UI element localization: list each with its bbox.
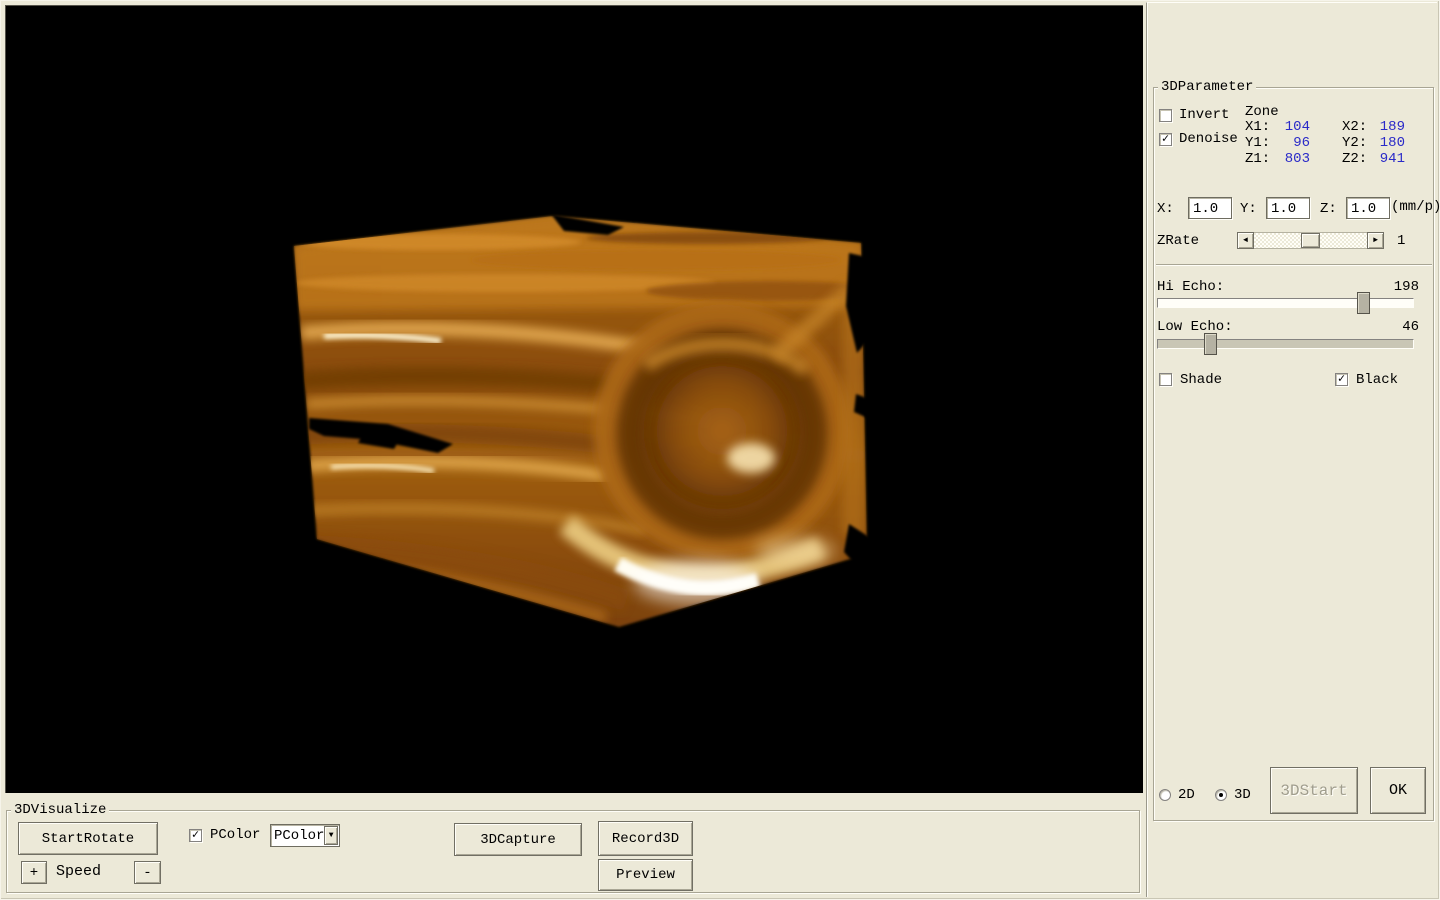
hi-echo-value: 198 (1379, 280, 1419, 295)
zone-x1-label: X1: (1245, 120, 1270, 135)
hi-echo-label: Hi Echo: (1157, 280, 1224, 295)
mode-3d-radio[interactable] (1215, 789, 1227, 801)
speed-plus-button[interactable]: + (21, 861, 47, 884)
denoise-checkbox[interactable] (1159, 133, 1172, 146)
low-echo-slider-thumb[interactable] (1204, 333, 1217, 355)
scale-x-label: X: (1157, 202, 1174, 217)
pcolor-dropdown-value: PColor (271, 828, 324, 844)
hi-echo-slider-thumb[interactable] (1357, 292, 1370, 314)
zrate-right-arrow-icon[interactable]: ► (1367, 232, 1384, 249)
zone-y1-label: Y1: (1245, 136, 1270, 151)
3dparameter-group: 3DParameter Invert Denoise Zone X1: 104 … (1153, 87, 1434, 821)
zone-x2-label: X2: (1342, 120, 1367, 135)
scale-x-input[interactable] (1188, 197, 1232, 219)
zone-z1-label: Z1: (1245, 152, 1270, 167)
speed-minus-button[interactable]: - (134, 861, 161, 884)
zone-x2-value: 189 (1365, 120, 1405, 135)
pcolor-label: PColor (210, 828, 260, 843)
scale-z-label: Z: (1320, 202, 1337, 217)
3dvisualize-group: 3DVisualize StartRotate PColor PColor ▼ … (6, 810, 1140, 893)
preview-button[interactable]: Preview (598, 859, 693, 891)
low-echo-label: Low Echo: (1157, 320, 1233, 335)
group-title: 3DParameter (1158, 79, 1256, 95)
hi-echo-slider-track[interactable] (1157, 298, 1414, 308)
mode-2d-label: 2D (1178, 788, 1195, 803)
black-label: Black (1356, 373, 1398, 388)
zrate-left-arrow-icon[interactable]: ◄ (1237, 232, 1254, 249)
scale-z-input[interactable] (1346, 197, 1390, 219)
mode-3d-label: 3D (1234, 788, 1251, 803)
zrate-thumb[interactable] (1301, 233, 1320, 248)
scale-y-label: Y: (1240, 202, 1257, 217)
zrate-value: 1 (1397, 234, 1405, 249)
zrate-label: ZRate (1157, 234, 1199, 249)
3dstart-button[interactable]: 3DStart (1270, 767, 1358, 814)
mode-2d-radio[interactable] (1159, 789, 1171, 801)
zone-z1-value: 803 (1270, 152, 1310, 167)
speed-label: Speed (56, 864, 101, 879)
chevron-down-icon[interactable]: ▼ (324, 826, 338, 845)
3d-viewport[interactable] (5, 5, 1143, 793)
record3d-button[interactable]: Record3D (598, 821, 693, 856)
zone-y2-label: Y2: (1342, 136, 1367, 151)
zone-z2-label: Z2: (1342, 152, 1367, 167)
ok-button[interactable]: OK (1370, 767, 1426, 814)
low-echo-value: 46 (1379, 320, 1419, 335)
shade-label: Shade (1180, 373, 1222, 388)
invert-checkbox[interactable] (1159, 109, 1172, 122)
zone-y2-value: 180 (1365, 136, 1405, 151)
zone-z2-value: 941 (1365, 152, 1405, 167)
3dcapture-button[interactable]: 3DCapture (454, 823, 582, 856)
scale-y-input[interactable] (1266, 197, 1310, 219)
black-checkbox[interactable] (1335, 373, 1348, 386)
parameter-panel: 3DParameter Invert Denoise Zone X1: 104 … (1146, 2, 1437, 897)
zone-y1-value: 96 (1270, 136, 1310, 151)
low-echo-slider-track[interactable] (1157, 339, 1414, 349)
pcolor-checkbox[interactable] (189, 829, 202, 842)
ultrasound-volume-render (6, 6, 1144, 794)
zone-title: Zone (1245, 105, 1279, 120)
denoise-label: Denoise (1179, 132, 1238, 147)
group-title: 3DVisualize (11, 802, 109, 818)
zrate-track[interactable] (1254, 232, 1367, 249)
invert-label: Invert (1179, 108, 1229, 123)
shade-checkbox[interactable] (1159, 373, 1172, 386)
separator-line (1156, 264, 1432, 266)
start-rotate-button[interactable]: StartRotate (18, 822, 158, 855)
scale-unit-label: (mm/p) (1391, 200, 1440, 215)
zrate-scrollbar[interactable]: ◄ ► (1237, 232, 1384, 249)
zone-x1-value: 104 (1270, 120, 1310, 135)
pcolor-dropdown[interactable]: PColor ▼ (270, 824, 340, 847)
